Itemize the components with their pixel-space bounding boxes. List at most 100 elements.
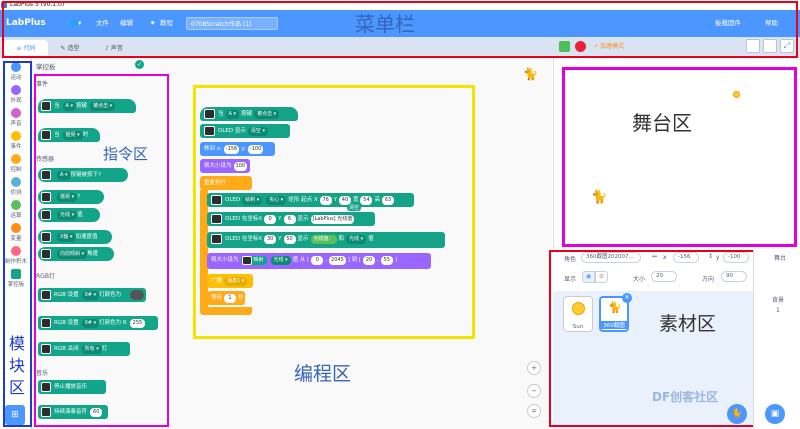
move-to-block[interactable]: 移到 x: -156 y: -100 <box>200 142 275 156</box>
block-dropdown[interactable]: 消息1 ▾ <box>224 277 248 286</box>
block-text: 值 从 [ <box>292 257 310 263</box>
board-icon <box>204 109 215 119</box>
block-text: 按键 <box>241 111 253 117</box>
block-dropdown[interactable]: 实心 ▾ <box>266 196 287 205</box>
block-input[interactable]: -100 <box>247 145 264 154</box>
module-label-1: 模 <box>9 334 26 353</box>
block-input[interactable]: 50 <box>283 235 296 244</box>
block-input[interactable]: [LabPlus] 光线值 <box>310 215 355 224</box>
block-dropdown[interactable]: A ▾ <box>225 110 240 119</box>
block-text: 重复执行 <box>204 180 227 186</box>
stage-label: 舞台 <box>774 255 787 262</box>
block-text: Y <box>278 216 282 222</box>
board-icon <box>204 126 215 136</box>
block-text: 移到 x: <box>204 146 222 152</box>
block-text: Y <box>333 197 337 203</box>
menubar-annotation: 菜单栏 <box>355 12 415 36</box>
block-dropdown[interactable]: 光线 ▾ <box>270 256 291 265</box>
cat-sprite-icon[interactable]: 🐈 <box>591 190 607 205</box>
forever-foot <box>200 307 252 315</box>
map-reporter[interactable]: 映射 <box>240 256 267 265</box>
block-input[interactable]: 100 <box>233 162 248 171</box>
block-dropdown[interactable]: 光线 ▾ <box>346 235 367 244</box>
block-dropdown[interactable]: 清空 ▾ <box>247 127 268 136</box>
wait-block[interactable]: 等待 1 秒 <box>207 291 245 305</box>
block-input[interactable]: 76 <box>319 196 332 205</box>
cat-add-icon: 🐈 <box>731 409 743 419</box>
block-text: 和 <box>338 236 345 242</box>
block-text: 将大小设为 <box>204 163 232 169</box>
forever-block[interactable]: 重复执行 <box>200 176 252 190</box>
block-text: 值 <box>368 236 374 242</box>
set-size-map-block[interactable]: 将大小设为 映射 光线 ▾ 值 从 [0, 2045] 到 [20, 55] <box>207 253 431 269</box>
board-icon <box>211 195 222 205</box>
stage-selector[interactable]: 舞台 背景 1 <box>753 249 800 429</box>
oled-show-join-block[interactable]: OLED 在坐标X 30 Y 50 显示 光线值：和光线 ▾ 值 <box>207 232 445 248</box>
block-dropdown[interactable]: 绘制 ▾ <box>242 196 263 205</box>
when-button-clicked-block[interactable]: 当A ▾ 按键 被点击 ▾ <box>200 107 298 121</box>
block-input[interactable]: 0 <box>264 215 277 224</box>
image-add-icon: ▣ <box>770 409 780 419</box>
palette-frame <box>34 74 169 427</box>
block-input[interactable]: 2045 <box>329 256 346 265</box>
block-text: 将大小设为 <box>211 257 239 263</box>
sun-sprite[interactable] <box>733 91 740 98</box>
block-text: ] <box>394 257 397 263</box>
block-input[interactable]: 54 <box>360 196 373 205</box>
block-input[interactable]: 1 <box>224 294 237 303</box>
oled-show-text-block[interactable]: OLED 在坐标X 0 Y 6 显示 [LabPlus] 光线值 <box>207 212 375 226</box>
oled-clear-block[interactable]: OLED 显示 清空 ▾ <box>200 124 290 138</box>
block-input[interactable]: 6 <box>283 215 296 224</box>
board-icon <box>241 256 252 265</box>
block-text: , <box>377 257 379 263</box>
add-backdrop-button[interactable]: ▣ <box>765 404 785 424</box>
clear-tooltip: 清空 <box>347 204 362 211</box>
block-text: 等待 <box>211 295 223 301</box>
watermark: DF创客社区 <box>652 390 719 404</box>
block-input[interactable]: 光线值： <box>310 235 337 244</box>
set-size-block[interactable]: 将大小设为 100 <box>200 159 250 173</box>
zoom-reset-button[interactable]: = <box>527 404 541 418</box>
block-text: OLED 在坐标X <box>225 236 263 242</box>
coding-annotation: 编程区 <box>294 363 352 385</box>
module-label-2: 块 <box>9 356 26 375</box>
block-input[interactable]: 30 <box>264 235 277 244</box>
backdrop-count: 1 <box>776 307 780 314</box>
sprite-thumb-icon: 🐈 <box>523 67 538 81</box>
block-text: OLED 显示 <box>218 128 246 134</box>
block-text: 当 <box>218 111 224 117</box>
board-icon <box>211 234 222 244</box>
check-icon[interactable]: ✓ <box>135 60 144 69</box>
block-text: 矩形 起点 X <box>288 197 318 203</box>
broadcast-block[interactable]: 广播 消息1 ▾ <box>207 274 253 288</box>
block-dropdown[interactable]: 被点击 ▾ <box>254 110 280 119</box>
zoom-in-button[interactable]: + <box>527 361 541 375</box>
block-input[interactable]: 0 <box>311 256 324 265</box>
block-text: 秒 <box>238 295 244 301</box>
block-text: ] 到 [ <box>347 257 362 263</box>
block-text: , <box>325 257 328 263</box>
block-text: 广播 <box>211 278 223 284</box>
zoom-out-button[interactable]: − <box>527 384 541 398</box>
block-text: 高 <box>374 197 380 203</box>
block-text: 显示 <box>297 236 309 242</box>
block-input[interactable]: 55 <box>380 256 393 265</box>
palette-annotation: 指令区 <box>103 145 149 163</box>
forever-arm <box>200 190 208 308</box>
palette-title: 掌控板 <box>36 63 56 71</box>
block-text: y: <box>241 146 246 152</box>
block-input[interactable]: 20 <box>363 256 376 265</box>
block-text: OLED <box>225 197 241 203</box>
stage-frame <box>562 67 797 247</box>
stage-annotation: 舞台区 <box>632 111 692 135</box>
block-text: 宽 <box>352 197 359 203</box>
board-icon <box>211 214 222 224</box>
block-text: Y <box>278 236 282 242</box>
block-input[interactable]: -156 <box>223 145 240 154</box>
module-label-3: 区 <box>9 378 26 397</box>
block-text: 显示 <box>297 216 309 222</box>
add-sprite-button[interactable]: 🐈 <box>727 404 747 424</box>
block-text: OLED 在坐标X <box>225 216 263 222</box>
block-input[interactable]: 63 <box>382 196 394 205</box>
oled-draw-rect-block[interactable]: OLED 绘制 ▾ 实心 ▾ 矩形 起点 X 76 Y 40 宽 54 高 63 <box>207 193 414 207</box>
